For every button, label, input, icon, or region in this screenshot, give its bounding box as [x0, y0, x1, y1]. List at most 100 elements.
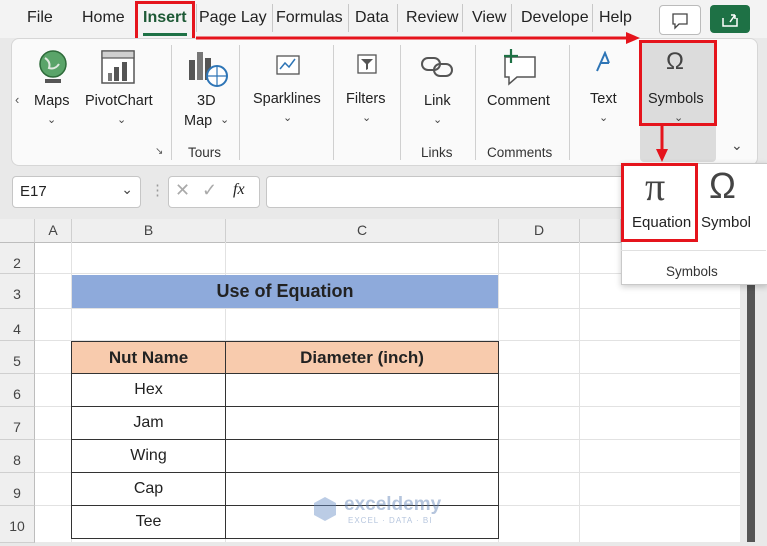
nut-name-cell[interactable]: Cap	[71, 472, 226, 506]
watermark-brand: exceldemy	[344, 494, 442, 515]
column-header-b[interactable]: B	[72, 219, 226, 243]
equation-button[interactable]	[621, 163, 698, 242]
tab-review[interactable]: Review	[406, 9, 458, 27]
tab-divider	[462, 4, 463, 32]
gridline	[579, 242, 580, 542]
row-header[interactable]: 4	[0, 309, 35, 341]
diameter-cell[interactable]	[225, 373, 499, 407]
group-divider	[569, 45, 570, 160]
text-label[interactable]: Text	[590, 91, 617, 107]
row-header[interactable]: 9	[0, 473, 35, 506]
dialog-launcher-icon[interactable]: ↘	[155, 146, 163, 157]
symbol-label[interactable]: Symbol	[701, 214, 751, 231]
tab-divider	[592, 4, 593, 32]
link-icon	[421, 57, 453, 77]
header-nut-name[interactable]: Nut Name	[71, 341, 226, 374]
tab-page-layout[interactable]: Page Lay	[199, 9, 267, 27]
tab-help[interactable]: Help	[599, 9, 632, 27]
nut-name-cell[interactable]: Tee	[71, 505, 226, 539]
row-header[interactable]: 10	[0, 506, 35, 543]
text-chevron-icon[interactable]: ⌄	[599, 111, 608, 124]
tab-formulas[interactable]: Formulas	[276, 9, 343, 27]
diameter-cell[interactable]	[225, 439, 499, 473]
comment-bubble-icon	[672, 13, 688, 30]
pivotchart-icon	[101, 50, 135, 84]
ribbon-tab-bar: File Home Insert Page Lay Formulas Data …	[0, 0, 767, 38]
maps-icon	[39, 50, 67, 83]
tab-divider	[272, 4, 273, 32]
collapse-ribbon-icon[interactable]: ⌄	[731, 137, 743, 154]
tab-home[interactable]: Home	[82, 9, 125, 27]
column-header-c[interactable]: C	[226, 219, 499, 243]
more-options-icon[interactable]: ⋮	[150, 181, 165, 199]
sheet-title[interactable]: Use of Equation	[72, 275, 498, 308]
row-header[interactable]: 6	[0, 374, 35, 407]
omega-symbol-icon: Ω	[709, 165, 736, 206]
filters-chevron-icon[interactable]: ⌄	[362, 111, 371, 124]
3d-map-label-line2[interactable]: Map	[184, 113, 212, 129]
group-label-tours: Tours	[188, 145, 222, 160]
header-diameter[interactable]: Diameter (inch)	[225, 341, 499, 374]
scroll-left-icon[interactable]: ‹	[15, 92, 19, 107]
insert-tab-highlight	[135, 1, 195, 42]
link-label[interactable]: Link	[424, 93, 451, 109]
row-header[interactable]: 8	[0, 440, 35, 473]
symbols-highlight	[639, 40, 717, 126]
exceldemy-logo-icon	[314, 497, 336, 521]
sparklines-icon	[276, 55, 300, 75]
group-divider	[400, 45, 401, 160]
dropdown-divider	[621, 250, 766, 251]
tab-developer[interactable]: Develope	[521, 9, 589, 27]
select-all-corner[interactable]	[0, 219, 35, 243]
link-chevron-icon[interactable]: ⌄	[433, 113, 442, 126]
group-divider	[333, 45, 334, 160]
sparklines-label[interactable]: Sparklines	[253, 91, 321, 107]
3d-map-chevron-icon[interactable]: ⌄	[220, 113, 229, 126]
tab-file[interactable]: File	[27, 9, 53, 27]
tab-divider	[397, 4, 398, 32]
tab-divider	[348, 4, 349, 32]
insert-function-button[interactable]: fx	[233, 181, 245, 199]
name-box-chevron-icon[interactable]: ⌄	[121, 181, 133, 198]
column-header-e[interactable]	[580, 219, 621, 243]
new-comment-icon	[504, 49, 536, 86]
group-label-links: Links	[421, 145, 453, 160]
column-header-d[interactable]: D	[499, 219, 580, 243]
vertical-scrollbar[interactable]	[747, 285, 755, 542]
group-divider	[475, 45, 476, 160]
tab-divider	[511, 4, 512, 32]
text-icon	[596, 51, 610, 72]
formula-buttons: ✕ ✓ fx	[168, 176, 260, 208]
nut-name-cell[interactable]: Jam	[71, 406, 226, 440]
group-divider	[239, 45, 240, 160]
row-header[interactable]: 3	[0, 274, 35, 309]
maps-label[interactable]: Maps	[34, 93, 69, 109]
pivotchart-label[interactable]: PivotChart	[85, 93, 153, 109]
row-header[interactable]: 2	[0, 243, 35, 274]
group-divider	[171, 45, 172, 160]
nut-name-cell[interactable]: Wing	[71, 439, 226, 473]
dropdown-group-label: Symbols	[666, 264, 718, 279]
comments-button[interactable]	[659, 5, 701, 35]
pivotchart-chevron-icon[interactable]: ⌄	[117, 113, 126, 126]
comment-label[interactable]: Comment	[487, 93, 550, 109]
share-button[interactable]	[710, 5, 750, 33]
tab-view[interactable]: View	[472, 9, 506, 27]
gridline	[35, 308, 740, 309]
name-box[interactable]: E17 ⌄	[12, 176, 141, 208]
3d-map-label-line1[interactable]: 3D	[197, 93, 216, 109]
filters-icon	[357, 54, 377, 74]
cancel-icon[interactable]: ✕	[175, 180, 190, 201]
column-header-a[interactable]: A	[35, 219, 72, 243]
row-header[interactable]: 5	[0, 341, 35, 374]
nut-name-cell[interactable]: Hex	[71, 373, 226, 407]
row-header[interactable]: 7	[0, 407, 35, 440]
enter-icon[interactable]: ✓	[202, 180, 217, 201]
filters-label[interactable]: Filters	[346, 91, 385, 107]
formula-input[interactable]	[266, 176, 648, 208]
tab-data[interactable]: Data	[355, 9, 389, 27]
group-label-comments: Comments	[487, 145, 553, 160]
sparklines-chevron-icon[interactable]: ⌄	[283, 111, 292, 124]
diameter-cell[interactable]	[225, 406, 499, 440]
maps-chevron-icon[interactable]: ⌄	[47, 113, 56, 126]
